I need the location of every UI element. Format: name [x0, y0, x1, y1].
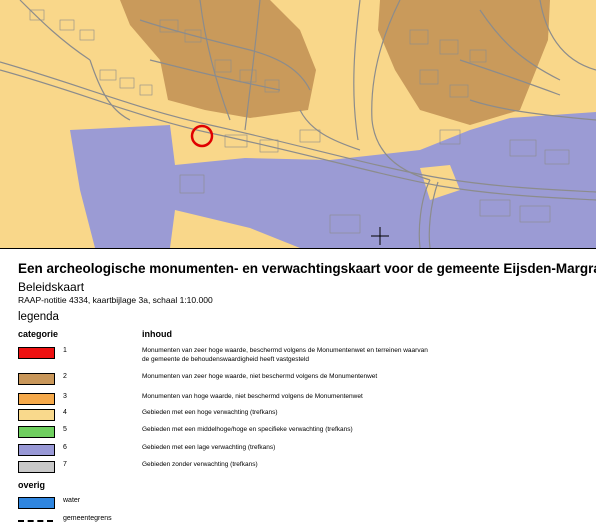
column-header-category: categorie [18, 329, 59, 339]
legend-row-3: 3 Monumenten van hoge waarde, niet besch… [0, 393, 596, 407]
legend-number: 7 [63, 461, 67, 468]
legend-number: 6 [63, 444, 67, 451]
legend-swatch-water [18, 497, 55, 509]
legend-panel: Een archeologische monumenten- en verwac… [0, 248, 596, 525]
legend-swatch [18, 461, 55, 473]
legend-row-1: 1 Monumenten van zeer hoge waarde, besch… [0, 347, 596, 363]
legend-swatch [18, 393, 55, 405]
legend-swatch [18, 347, 55, 359]
column-header-content: inhoud [142, 329, 172, 339]
legend-other-heading: overig [18, 480, 46, 490]
legend-row-7: 7 Gebieden zonder verwachting (trefkans) [0, 461, 596, 475]
legend-heading: legenda [18, 311, 59, 323]
legend-row-6: 6 Gebieden met een lage verwachting (tre… [0, 444, 596, 458]
legend-row-2: 2 Monumenten van zeer hoge waarde, niet … [0, 373, 596, 387]
legend-number: 4 [63, 409, 67, 416]
legend-number: 5 [63, 426, 67, 433]
legend-description: Gebieden zonder verwachting (trefkans) [142, 461, 258, 468]
legend-water-label: water [63, 497, 81, 504]
legend-row-5: 5 Gebieden met een middelhoge/hoge en sp… [0, 426, 596, 440]
legend-description: Gebieden met een hoge verwachting (trefk… [142, 409, 278, 416]
map-view[interactable] [0, 0, 596, 248]
legend-description: Gebieden met een middelhoge/hoge en spec… [142, 426, 353, 433]
legend-row-4: 4 Gebieden met een hoge verwachting (tre… [0, 409, 596, 423]
legend-description: Gebieden met een lage verwachting (trefk… [142, 444, 276, 451]
legend-number: 3 [63, 393, 67, 400]
legend-swatch [18, 444, 55, 456]
legend-swatch [18, 426, 55, 438]
legend-row-water: water [0, 497, 596, 511]
legend-note: RAAP-notitie 4334, kaartbijlage 3a, scha… [18, 295, 213, 305]
legend-description: Monumenten van zeer hoge waarde, niet be… [142, 373, 378, 380]
legend-number: 1 [63, 347, 67, 354]
legend-number: 2 [63, 373, 67, 380]
legend-description: Monumenten van zeer hoge waarde, bescher… [142, 347, 428, 363]
legend-swatch [18, 373, 55, 385]
map-canvas [0, 0, 596, 248]
legend-boundary-label: gemeentegrens [63, 515, 112, 522]
legend-description: Monumenten van hoge waarde, niet bescher… [142, 393, 363, 400]
legend-title: Een archeologische monumenten- en verwac… [18, 261, 596, 276]
legend-swatch [18, 409, 55, 421]
legend-subtitle: Beleidskaart [18, 280, 85, 294]
